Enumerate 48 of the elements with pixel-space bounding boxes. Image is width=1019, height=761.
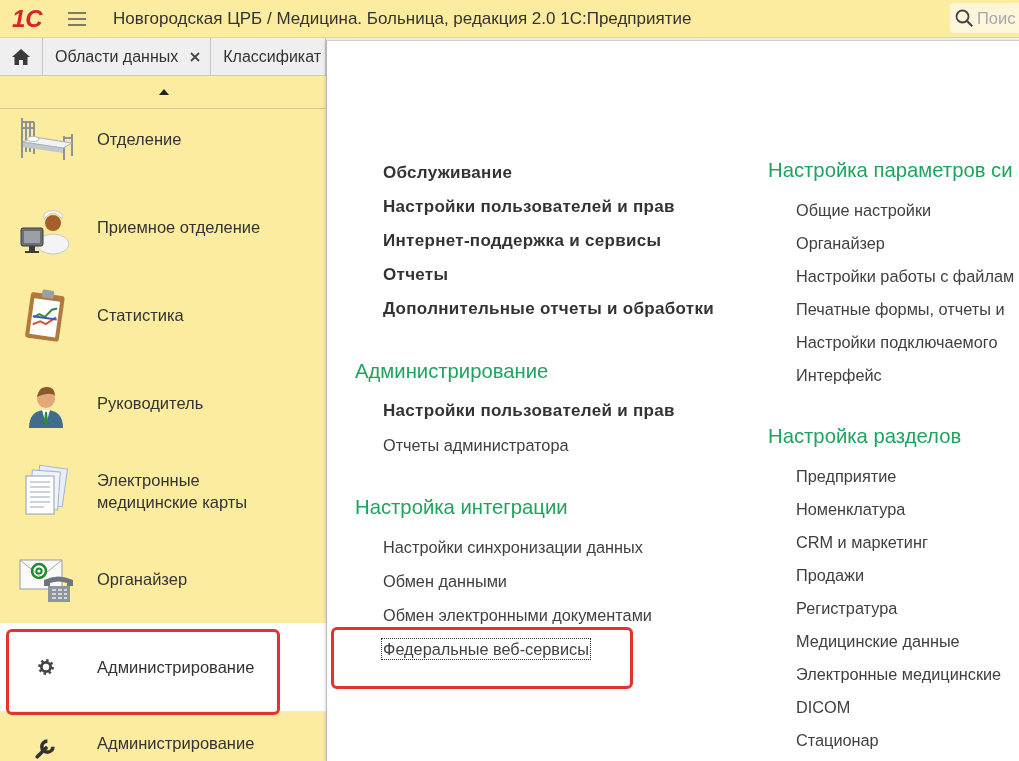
sidebar-item[interactable]: Руководитель — [0, 359, 326, 447]
menu-link[interactable]: Федеральные веб-сервисы — [381, 638, 591, 660]
menu-link[interactable]: Настройки синхронизации данных — [381, 536, 645, 558]
menu-link[interactable]: Регистратура — [794, 596, 900, 619]
menu-link[interactable]: Интерфейс — [794, 363, 884, 386]
menu-link[interactable]: Стационар — [794, 728, 881, 751]
section-heading: Настройка интеграции — [355, 495, 569, 520]
menu-link[interactable]: Обмен данными — [381, 570, 509, 592]
menu-link[interactable]: Предприятие — [794, 464, 899, 487]
menu-link[interactable]: Обмен электронными документами — [381, 604, 654, 626]
menu-link[interactable]: Печатные формы, отчеты и — [794, 297, 1007, 320]
sidebar-item[interactable]: Приемное отделение — [0, 183, 326, 271]
menu-link[interactable]: Отчеты — [381, 264, 451, 286]
settings-icon — [38, 659, 54, 675]
app-logo[interactable]: 1С — [12, 5, 50, 32]
sidebar-item[interactable]: Статистика — [0, 271, 326, 359]
close-icon[interactable] — [190, 51, 201, 62]
sidebar-item[interactable]: Органайзер — [0, 535, 326, 623]
section-heading: Настройка параметров си — [768, 158, 1014, 183]
menu-link[interactable]: Медицинские данные — [794, 629, 962, 652]
menu-link[interactable]: DICOM — [794, 695, 853, 718]
menu-link[interactable]: Настройки работы с файлам — [794, 264, 1017, 287]
menu-link[interactable]: Органайзер — [794, 231, 887, 254]
wrench-icon — [35, 737, 57, 759]
menu-link[interactable]: Настройки пользователей и прав — [381, 196, 677, 218]
window-title: Новгородская ЦРБ / Медицина. Больница, редакция 2.0 1С:Предприятие — [113, 8, 692, 29]
menu-link[interactable]: Настройки подключаемого — [794, 330, 1000, 353]
menu-link[interactable]: Общие настройки — [794, 198, 934, 221]
search-field[interactable]: Поис — [950, 3, 1019, 33]
sidebar-item[interactable]: Администрирование — [0, 711, 326, 761]
menu-link[interactable]: Отчеты администратора — [381, 434, 571, 456]
sidebar-item[interactable]: Электронные медицинские карты — [0, 447, 326, 535]
menu-icon[interactable] — [68, 11, 86, 26]
menu-link[interactable]: Дополнительные отчеты и обработки — [381, 298, 716, 320]
menu-link[interactable]: Интернет-поддержка и сервисы — [381, 230, 664, 252]
menu-link[interactable]: Номенклатура — [794, 497, 908, 520]
home-icon — [12, 48, 30, 65]
menu-link[interactable]: Электронные медицинские — [794, 662, 1004, 685]
menu-link[interactable]: CRM и маркетинг — [794, 530, 930, 553]
menu-link[interactable]: Обслуживание — [381, 162, 515, 184]
search-icon — [955, 9, 973, 27]
section-heading: Настройка разделов — [768, 424, 963, 449]
menu-link[interactable]: Настройки пользователей и прав — [381, 400, 677, 422]
section-heading: Администрирование — [355, 359, 550, 384]
scroll-up-icon[interactable] — [159, 89, 169, 95]
menu-link[interactable]: Продажи — [794, 563, 866, 586]
sidebar-item[interactable]: Администрирование — [0, 623, 326, 711]
sidebar-item[interactable]: Отделение — [0, 109, 326, 183]
